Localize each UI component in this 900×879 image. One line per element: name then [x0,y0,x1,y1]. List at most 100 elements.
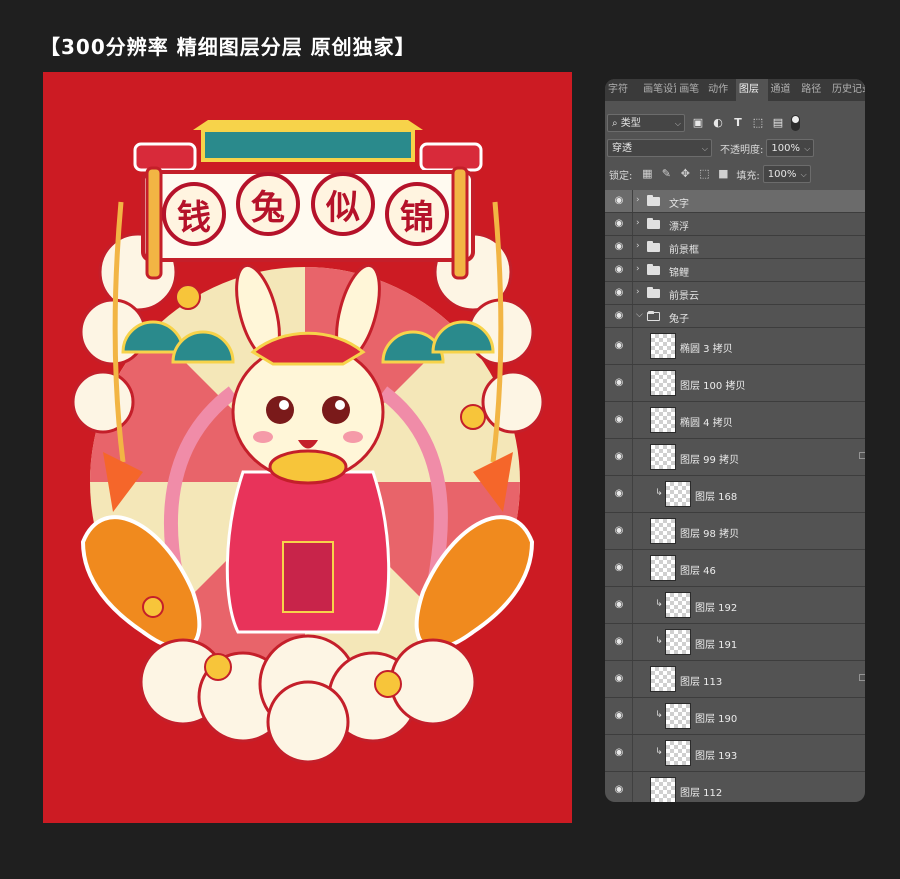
visibility-eye-icon[interactable]: ◉ [612,525,626,536]
layer-row[interactable]: ◉ 图层 100 拷贝 [605,365,865,402]
lock-position-icon[interactable]: ✥ [678,167,692,181]
image-filter-icon[interactable]: ▣ [691,116,705,130]
rabbit-illustration [71,120,545,764]
chevron-down-icon[interactable]: ⌵ [636,310,643,320]
layer-filter-select[interactable]: ⌕ 类型 ⌵ [607,114,685,132]
layer-row[interactable]: ◉ ↳ 图层 190 [605,698,865,735]
visibility-eye-icon[interactable]: ◉ [612,562,626,573]
layer-thumbnail [665,740,691,766]
tab-6[interactable]: 路径 [798,79,829,101]
folder-icon [647,287,660,298]
layer-name: 图层 100 拷贝 [680,381,746,392]
visibility-eye-icon[interactable]: ◉ [612,488,626,499]
filter-type-label: 类型 [620,118,641,129]
filter-row: ⌕ 类型 ⌵ ▣ ◐ T ⬚ ▤ [607,112,800,134]
folder-icon [647,264,660,275]
visibility-eye-icon[interactable]: ◉ [612,264,626,275]
visibility-eye-icon[interactable]: ◉ [612,710,626,721]
visibility-eye-icon[interactable]: ◉ [612,287,626,298]
chevron-right-icon[interactable]: › [636,241,640,251]
tab-4[interactable]: 图层 [735,79,768,101]
column-divider [632,328,633,364]
column-divider [632,236,633,258]
visibility-eye-icon[interactable]: ◉ [612,340,626,351]
visibility-eye-icon[interactable]: ◉ [612,195,626,206]
tab-1[interactable]: 画笔设置 [640,79,676,101]
layer-row[interactable]: ◉ ↳ 图层 168 [605,476,865,513]
title-char-1: 钱 [162,182,226,246]
column-divider [632,661,633,697]
tab-5[interactable]: 通道 [768,79,799,101]
layer-row[interactable]: ◉ ↳ 图层 193 [605,735,865,772]
column-divider [632,402,633,438]
filter-toggle[interactable] [791,115,800,131]
layer-row[interactable]: ◉ ↳ 图层 191 [605,624,865,661]
visibility-eye-icon[interactable]: ◉ [612,414,626,425]
visibility-eye-icon[interactable]: ◉ [612,747,626,758]
layer-group-row[interactable]: ◉ › 前景云 [605,282,865,305]
tab-7[interactable]: 历史记录 [829,79,865,101]
layer-row[interactable]: ◉ 椭圆 4 拷贝 [605,402,865,439]
layer-row[interactable]: ◉ 图层 113 □ [605,661,865,698]
layer-group-row[interactable]: ◉ › 前景框 [605,236,865,259]
fill-field[interactable]: 100% ⌵ [762,165,811,183]
folder-icon [647,195,660,206]
lock-pixels-icon[interactable]: ✎ [659,167,673,181]
text-filter-icon[interactable]: T [731,116,745,130]
layer-group-name: 文字 [669,199,689,210]
adjustment-filter-icon[interactable]: ◐ [711,116,725,130]
title-char-3: 似 [311,172,375,236]
layer-row[interactable]: ◉ ↳ 图层 192 [605,587,865,624]
lock-row: 锁定: ▦ ✎ ✥ ⬚ ■ 填充: 100% ⌵ [609,163,811,185]
layer-row[interactable]: ◉ 图层 98 拷贝 [605,513,865,550]
visibility-eye-icon[interactable]: ◉ [612,636,626,647]
tab-0[interactable]: 字符 [605,79,640,101]
layer-group-name: 前景云 [669,291,699,302]
visibility-eye-icon[interactable]: ◉ [612,310,626,321]
chevron-right-icon[interactable]: › [636,264,640,274]
lock-all-icon[interactable]: ■ [716,167,730,181]
column-divider [632,365,633,401]
visibility-eye-icon[interactable]: ◉ [612,241,626,252]
tab-2[interactable]: 画笔 [676,79,705,101]
chevron-down-icon: ⌵ [804,144,811,153]
shape-filter-icon[interactable]: ⬚ [751,116,765,130]
visibility-eye-icon[interactable]: ◉ [612,377,626,388]
layer-thumbnail [650,333,676,359]
visibility-eye-icon[interactable]: ◉ [612,673,626,684]
chevron-right-icon[interactable]: › [636,287,640,297]
visibility-eye-icon[interactable]: ◉ [612,784,626,795]
lock-artboard-icon[interactable]: ⬚ [697,167,711,181]
column-divider [632,550,633,586]
layer-group-row[interactable]: ◉ › 锦鲤 [605,259,865,282]
column-divider [632,587,633,623]
visibility-eye-icon[interactable]: ◉ [612,218,626,229]
visibility-eye-icon[interactable]: ◉ [612,451,626,462]
lock-transparent-icon[interactable]: ▦ [640,167,654,181]
layer-group-row[interactable]: ◉ › 漂浮 [605,213,865,236]
layer-row[interactable]: ◉ 图层 99 拷贝 □ [605,439,865,476]
layer-thumbnail [650,444,676,470]
chevron-right-icon[interactable]: › [636,218,640,228]
layer-group-row[interactable]: ◉ ⌵ 兔子 [605,305,865,328]
layer-name: 图层 46 [680,566,716,577]
smartobject-filter-icon[interactable]: ▤ [771,116,785,130]
layer-thumbnail [650,777,676,802]
clipping-mask-icon: ↳ [655,747,663,757]
rabbit-body [225,470,391,634]
layer-thumbnail [665,481,691,507]
clipping-mask-icon: ↳ [655,488,663,498]
tab-3[interactable]: 动作 [705,79,736,101]
visibility-eye-icon[interactable]: ◉ [612,599,626,610]
blend-mode-select[interactable]: 穿透 ⌵ [607,139,712,157]
layer-row[interactable]: ◉ 椭圆 3 拷贝 [605,328,865,365]
layer-group-row[interactable]: ◉ › 文字 [605,190,865,213]
folder-icon [647,311,660,321]
layer-thumbnail [650,555,676,581]
layer-row[interactable]: ◉ 图层 46 [605,550,865,587]
column-divider [632,259,633,281]
chevron-right-icon[interactable]: › [636,195,640,205]
layer-group-name: 漂浮 [669,222,689,233]
layer-row[interactable]: ◉ 图层 112 [605,772,865,802]
opacity-field[interactable]: 100% ⌵ [766,139,815,157]
